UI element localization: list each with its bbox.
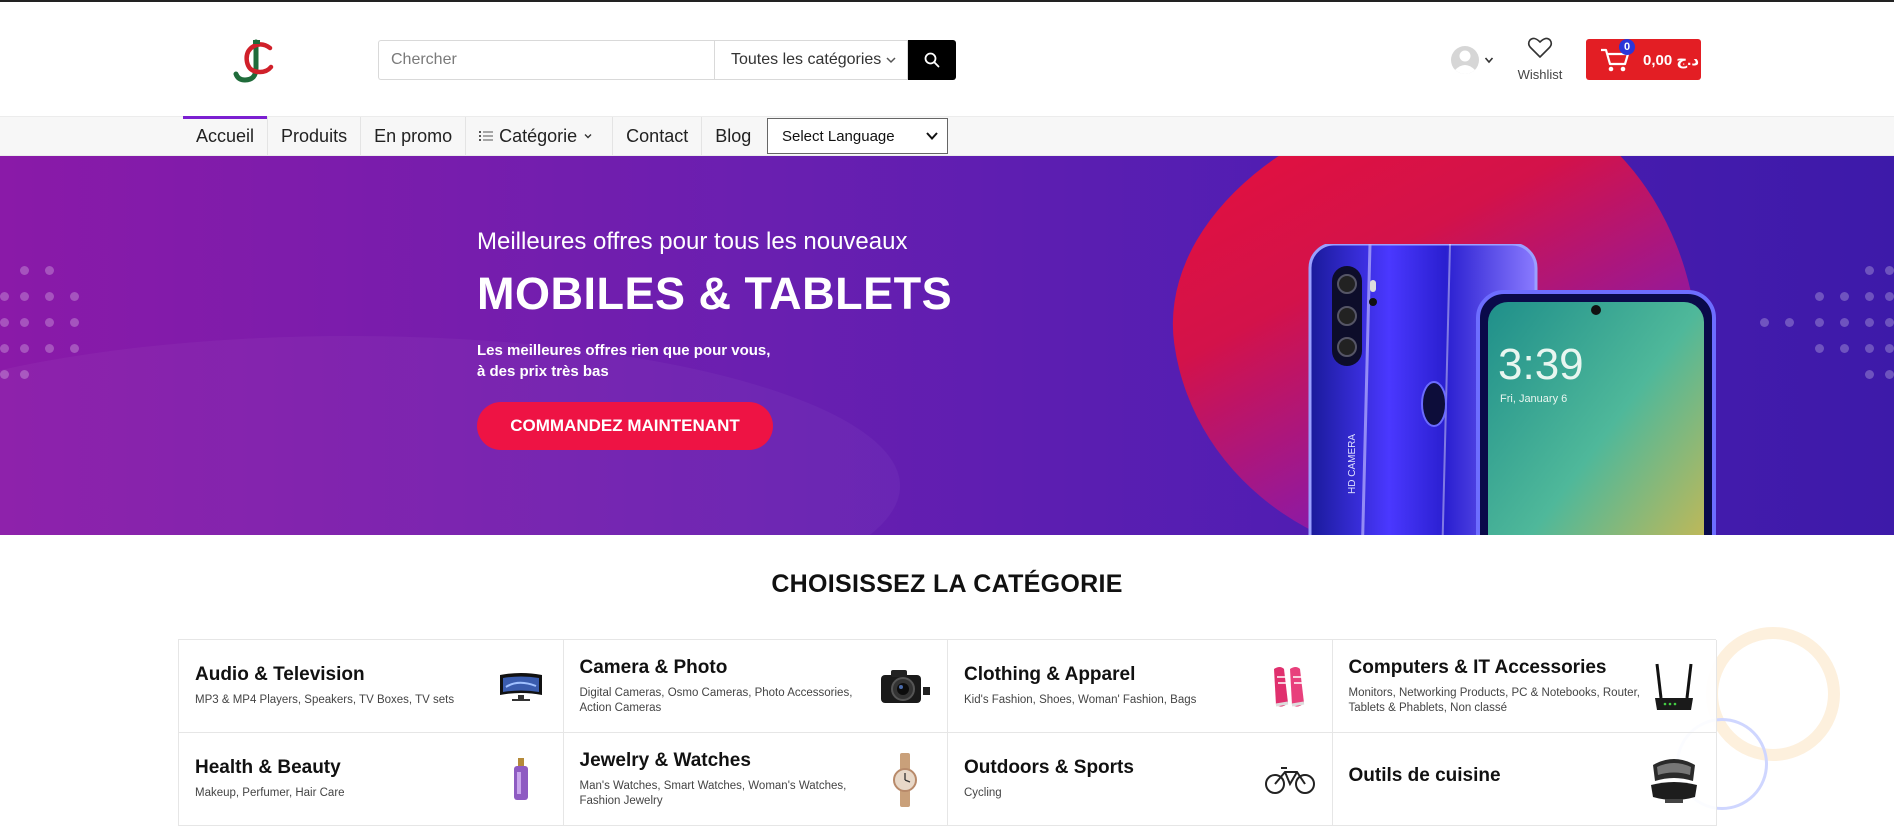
nav-item-label: En promo [374,125,453,146]
tv-icon [493,660,549,714]
search-category-select[interactable]: Toutes les catégories [714,40,908,80]
nav-item-contact[interactable]: Contact [613,117,703,155]
hero-subtitle: Meilleures offres pour tous les nouveaux [477,228,908,255]
grill-icon [1646,753,1702,807]
hero-description-line: à des prix très bas [477,363,609,380]
site-header: Toutes les catégories Wishlist 0 0,00 د.… [0,2,1894,116]
category-card-outils-de-cuisine[interactable]: Outils de cuisine [1332,733,1717,826]
categories-title: CHOISISSEZ LA CATÉGORIE [771,570,1123,598]
category-name: Camera & Photo [579,656,728,678]
account-menu[interactable] [1450,44,1498,76]
site-logo[interactable] [232,38,276,84]
chevron-down-icon [584,134,592,139]
cart-count-badge: 0 [1619,39,1635,55]
perfume-icon [493,753,549,807]
category-subcategories: Kid's Fashion, Shoes, Woman' Fashion, Ba… [964,694,1197,706]
dot-pattern-left [0,266,90,379]
chevron-down-icon [886,57,896,64]
hero-description-line: Les meilleures offres rien que pour vous… [477,342,771,359]
nav-item-accueil[interactable]: Accueil [183,116,269,155]
search-category-label: Toutes les catégories [731,51,882,68]
category-card-computers-it[interactable]: Computers & IT Accessories Monitors, Net… [1332,640,1717,733]
nav-item-label: Catégorie [499,125,578,146]
search-icon [924,52,940,68]
category-subcategories: Digital Cameras, Osmo Cameras, Photo Acc… [579,686,853,714]
sneakers-icon [1262,660,1318,714]
bicycle-icon [1262,753,1318,807]
language-select-label: Select Language [782,127,895,145]
phone-clock: 3:39 [1498,340,1584,389]
hero-banner: Meilleures offres pour tous les nouveaux… [0,156,1894,535]
category-subcategories: Monitors, Networking Products, PC & Note… [1348,686,1640,714]
nav-item-label: Produits [281,125,348,146]
order-now-button[interactable]: COMMANDEZ MAINTENANT [477,402,773,450]
category-name: Health & Beauty [195,757,341,778]
category-subcategories: MP3 & MP4 Players, Speakers, TV Boxes, T… [195,694,455,706]
category-grid: Audio & Television MP3 & MP4 Players, Sp… [178,639,1717,826]
nav-item-blog[interactable]: Blog [702,117,764,155]
wishlist-label: Wishlist [1517,67,1563,82]
category-name: Audio & Television [195,664,365,685]
chevron-down-icon [1484,57,1494,64]
category-name: Jewelry & Watches [579,749,751,771]
wishlist-link[interactable]: Wishlist [1512,36,1568,84]
search-button[interactable] [908,40,956,80]
nav-item-label: Accueil [196,125,255,146]
nav-item-produits[interactable]: Produits [268,117,362,155]
chevron-down-icon [926,132,938,140]
avatar-icon [1451,46,1479,74]
category-subcategories: Makeup, Perfumer, Hair Care [195,787,345,799]
watch-icon [877,753,933,807]
cart-total: 0,00 د.ج [1643,52,1700,69]
camera-icon [877,660,933,714]
dot-pattern-right [1755,266,1894,379]
hero-title: MOBILES & TABLETS [477,268,953,319]
search-input[interactable] [378,40,714,80]
category-subcategories: Man's Watches, Smart Watches, Woman's Wa… [579,779,847,807]
cart-button[interactable]: 0 0,00 د.ج [1586,39,1701,80]
hero-description: Les meilleures offres rien que pour vous… [477,340,770,382]
nav-item-label: Blog [715,125,752,146]
nav-item-categorie[interactable]: Catégorie [466,117,614,155]
category-name: Computers & IT Accessories [1348,656,1607,678]
category-card-camera-photo[interactable]: Camera & Photo Digital Cameras, Osmo Cam… [563,640,948,733]
heart-icon [1527,37,1553,58]
category-card-clothing-apparel[interactable]: Clothing & Apparel Kid's Fashion, Shoes,… [948,640,1333,733]
phone-back-text: HD CAMERA [1347,434,1358,494]
category-card-jewelry-watches[interactable]: Jewelry & Watches Man's Watches, Smart W… [563,733,948,826]
nav-item-label: Contact [626,125,689,146]
category-name: Outdoors & Sports [964,757,1134,778]
language-select[interactable]: Select Language [767,118,948,154]
search-bar: Toutes les catégories [378,40,958,80]
list-icon [479,131,494,141]
category-card-outdoors-sports[interactable]: Outdoors & Sports Cycling [948,733,1333,826]
smartphones-image: HD CAMERA 3:39 Fri, January 6 [1308,244,1716,535]
nav-item-en-promo[interactable]: En promo [361,117,467,155]
main-nav: Accueil Produits En promo Catégorie Cont… [0,116,1894,156]
category-card-audio-television[interactable]: Audio & Television MP3 & MP4 Players, Sp… [179,640,564,733]
router-icon [1646,660,1702,714]
category-card-health-beauty[interactable]: Health & Beauty Makeup, Perfumer, Hair C… [179,733,564,826]
category-subcategories: Cycling [964,787,1002,799]
category-name: Outils de cuisine [1348,764,1501,786]
phone-date: Fri, January 6 [1500,393,1567,405]
category-name: Clothing & Apparel [964,664,1136,685]
